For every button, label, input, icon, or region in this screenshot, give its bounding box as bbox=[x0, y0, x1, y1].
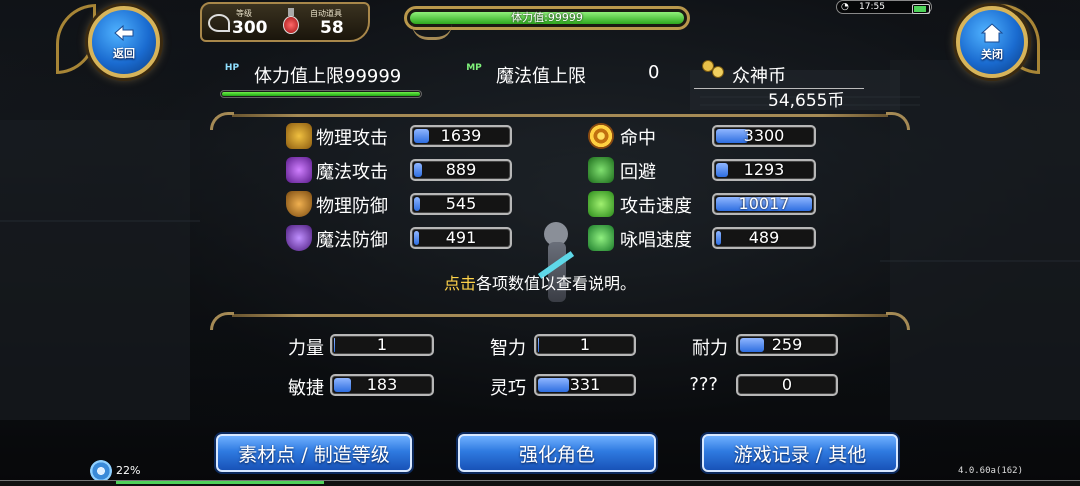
attr-value: 183 bbox=[366, 375, 398, 394]
stat-value: 889 bbox=[445, 160, 477, 179]
attr-label: 耐力 bbox=[692, 338, 728, 359]
stat-label: 命中 bbox=[620, 128, 656, 149]
attr-bar: 183 bbox=[330, 374, 434, 396]
stat-label: 咏唱速度 bbox=[620, 230, 692, 251]
attr-bar: 331 bbox=[534, 374, 636, 396]
attr-label: 灵巧 bbox=[490, 378, 526, 399]
lower-divider bbox=[232, 314, 888, 317]
attr-label: ??? bbox=[689, 374, 718, 395]
footer-progress-fill bbox=[116, 481, 324, 484]
stat-value: 491 bbox=[445, 228, 477, 247]
level-value: 300 bbox=[232, 18, 268, 38]
attr-label: 力量 bbox=[288, 338, 324, 359]
mp-badge-icon: MP bbox=[460, 56, 488, 80]
shield-icon bbox=[286, 191, 312, 217]
attr-label: 敏捷 bbox=[288, 378, 324, 399]
stat-value: 3300 bbox=[743, 126, 785, 145]
attr-bar: 1 bbox=[534, 334, 636, 356]
materials-button[interactable]: 素材点 / 制造等级 bbox=[216, 434, 412, 472]
attr-label: 智力 bbox=[490, 338, 526, 359]
attr-value: 0 bbox=[781, 375, 793, 394]
attr-value: 1 bbox=[376, 335, 388, 354]
attr-value: 331 bbox=[569, 375, 601, 394]
close-button[interactable]: 关闭 bbox=[956, 6, 1028, 78]
stat-label: 回避 bbox=[620, 162, 656, 183]
stat-label: 魔法攻击 bbox=[316, 162, 388, 183]
level-icon bbox=[208, 14, 230, 32]
upper-divider bbox=[232, 114, 888, 117]
game-records-button[interactable]: 游戏记录 / 其他 bbox=[702, 434, 898, 472]
back-arrow-icon bbox=[114, 24, 134, 42]
close-label: 关闭 bbox=[981, 48, 1003, 61]
hint-highlight: 点击 bbox=[443, 274, 476, 293]
hint-text: 点击各项数值以查看说明。 bbox=[0, 270, 1080, 294]
mp-max-label: 魔法值上限 bbox=[496, 66, 586, 87]
boot-icon bbox=[588, 157, 614, 183]
stat-value: 489 bbox=[748, 228, 780, 247]
attack-speed-icon bbox=[588, 191, 614, 217]
coin-value: 54,655币 bbox=[768, 91, 845, 111]
stat-bar: 3300 bbox=[712, 125, 816, 147]
level-badge: 等级 300 自动道具 58 bbox=[200, 2, 370, 42]
clock-text: 17:55 bbox=[859, 2, 885, 12]
stat-value: 1293 bbox=[743, 160, 785, 179]
enhance-character-button[interactable]: 强化角色 bbox=[458, 434, 656, 472]
potion-value: 58 bbox=[320, 18, 344, 38]
mp-max-value: 0 bbox=[648, 62, 660, 83]
mp-badge-text: MP bbox=[466, 63, 482, 73]
stat-bar: 889 bbox=[410, 159, 512, 181]
stat-label: 魔法防御 bbox=[316, 230, 388, 251]
attr-bar: 259 bbox=[736, 334, 838, 356]
stat-label: 攻击速度 bbox=[620, 196, 692, 217]
version-text: 4.0.60a(162) bbox=[958, 466, 1024, 476]
attr-bar: 0 bbox=[736, 374, 838, 396]
stat-bar: 545 bbox=[410, 193, 512, 215]
hp-max-label: 体力值上限99999 bbox=[254, 66, 402, 87]
hp-max-bar bbox=[220, 90, 422, 98]
hint-rest: 各项数值以查看说明。 bbox=[476, 274, 637, 293]
progress-text: 22% bbox=[116, 464, 141, 477]
sword-icon bbox=[286, 123, 312, 149]
stat-value: 1639 bbox=[440, 126, 482, 145]
stat-value: 545 bbox=[445, 194, 477, 213]
hp-badge-text: HP bbox=[224, 63, 240, 73]
stat-bar: 489 bbox=[712, 227, 816, 249]
battery-icon bbox=[912, 4, 930, 14]
coin-label: 众神币 bbox=[732, 66, 786, 87]
stat-bar: 491 bbox=[410, 227, 512, 249]
stat-label: 物理攻击 bbox=[316, 128, 388, 149]
potion-icon bbox=[282, 8, 300, 36]
target-icon bbox=[588, 123, 614, 149]
stat-bar: 10017 bbox=[712, 193, 816, 215]
back-button[interactable]: 返回 bbox=[88, 6, 160, 78]
attr-value: 1 bbox=[579, 335, 591, 354]
hp-badge-icon: HP bbox=[218, 56, 246, 80]
clock-icon: ◔ bbox=[841, 2, 849, 12]
stat-bar: 1639 bbox=[410, 125, 512, 147]
back-label: 返回 bbox=[113, 47, 135, 60]
attr-bar: 1 bbox=[330, 334, 434, 356]
stat-bar: 1293 bbox=[712, 159, 816, 181]
coin-icon bbox=[700, 58, 726, 82]
stat-label: 物理防御 bbox=[316, 196, 388, 217]
cast-speed-icon bbox=[588, 225, 614, 251]
magic-shield-icon bbox=[286, 225, 312, 251]
magic-wand-icon bbox=[286, 157, 312, 183]
attr-value: 259 bbox=[771, 335, 803, 354]
loading-spinner-icon bbox=[90, 460, 112, 482]
stat-value: 10017 bbox=[738, 194, 790, 213]
home-icon bbox=[980, 23, 1004, 43]
